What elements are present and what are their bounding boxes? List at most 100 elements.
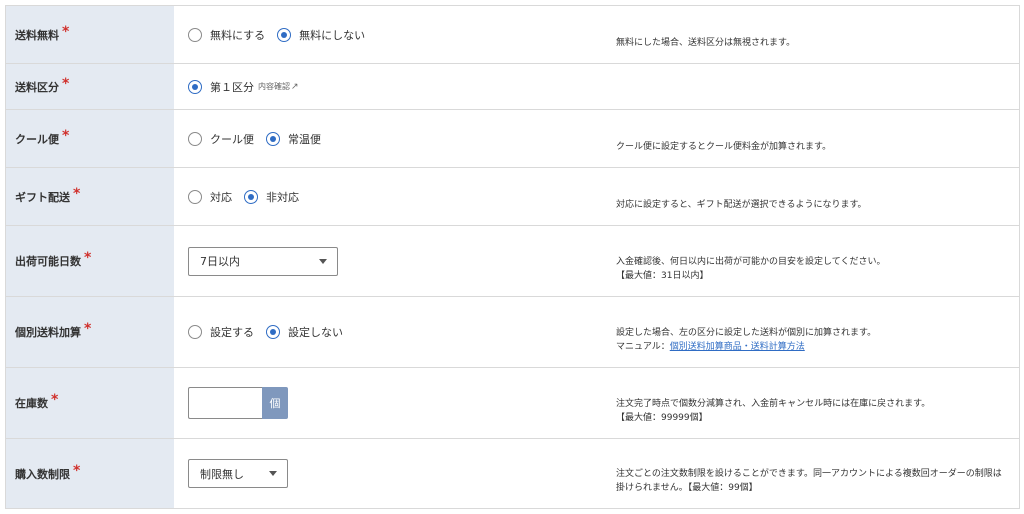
- input-cell: クール便 常温便: [174, 110, 604, 167]
- row-label-cell: 送料区分 *: [6, 64, 174, 109]
- stock-input[interactable]: [188, 387, 262, 419]
- help-text: 注文ごとの注文数制限を設けることができます。同一アカウントによる複数回オーダーの…: [616, 469, 1002, 479]
- input-cell: 7日以内: [174, 226, 604, 296]
- radio-free-shipping-yes[interactable]: 無料にする: [188, 27, 265, 43]
- help-cell: 設定した場合、左の区分に設定した送料が個別に加算されます。 マニュアル：個別送料…: [604, 297, 1019, 367]
- row-shipping-class: 送料区分 * 第１区分 内容確認 ↗: [6, 64, 1019, 110]
- row-label-cell: 在庫数 *: [6, 368, 174, 438]
- row-ship-days: 出荷可能日数 * 7日以内 入金確認後、何日以内に出荷が可能かの目安を設定してくだ…: [6, 226, 1019, 297]
- required-asterisk-icon: *: [84, 250, 92, 266]
- row-label-cell: 出荷可能日数 *: [6, 226, 174, 296]
- required-asterisk-icon: *: [84, 321, 92, 337]
- field-label: クール便: [15, 132, 59, 146]
- help-text: 対応に設定すると、ギフト配送が選択できるようになります。: [616, 200, 867, 210]
- manual-link[interactable]: 個別送料加算商品・送料計算方法: [670, 342, 805, 352]
- help-text: 注文完了時点で個数分減算され、入金前キャンセル時には在庫に戻されます。: [616, 399, 931, 409]
- radio-circle-icon[interactable]: [188, 189, 202, 204]
- external-link-icon: ↗: [291, 81, 299, 92]
- radio-gift-supported[interactable]: 対応: [188, 189, 232, 205]
- field-label: 送料無料: [15, 28, 59, 42]
- radio-label: クール便: [210, 132, 254, 146]
- select-value: 制限無し: [200, 467, 244, 481]
- field-label: 在庫数: [15, 397, 48, 410]
- radio-circle-icon[interactable]: [277, 27, 292, 42]
- help-cell: 入金確認後、何日以内に出荷が可能かの目安を設定してください。 【最大値：31日以…: [604, 226, 1019, 296]
- row-purchase-limit: 購入数制限 * 制限無し 注文ごとの注文数制限を設けることができます。同一アカウン…: [6, 439, 1019, 509]
- help-text: クール便に設定するとクール便料金が加算されます。: [616, 142, 832, 152]
- radio-individual-fee-on[interactable]: 設定する: [188, 324, 254, 340]
- input-cell: 第１区分 内容確認 ↗: [174, 64, 604, 109]
- field-label: 出荷可能日数: [15, 255, 81, 268]
- radio-individual-fee-off[interactable]: 設定しない: [266, 324, 343, 340]
- radio-label: 無料にしない: [299, 28, 366, 42]
- row-gift-delivery: ギフト配送 * 対応 非対応 対応に設定すると、ギフト配送が選択できるようになりま…: [6, 168, 1019, 226]
- radio-label: 非対応: [266, 190, 299, 204]
- radio-shipping-class-1[interactable]: 第１区分 内容確認 ↗: [188, 79, 299, 95]
- help-cell: 注文ごとの注文数制限を設けることができます。同一アカウントによる複数回オーダーの…: [604, 439, 1019, 508]
- radio-label: 設定しない: [288, 326, 343, 339]
- input-cell: 制限無し: [174, 439, 604, 508]
- required-asterisk-icon: *: [62, 127, 70, 144]
- row-label-cell: 個別送料加算 *: [6, 297, 174, 367]
- row-label-cell: ギフト配送 *: [6, 168, 174, 225]
- row-cool-delivery: クール便 * クール便 常温便 クール便に設定するとクール便料金が加算されます。: [6, 110, 1019, 168]
- radio-circle-icon[interactable]: [188, 131, 202, 146]
- radio-label: 常温便: [288, 132, 321, 146]
- ship-days-select[interactable]: 7日以内: [188, 246, 338, 276]
- field-label: 購入数制限: [15, 467, 70, 481]
- help-cell: 無料にした場合、送料区分は無視されます。: [604, 6, 1019, 63]
- free-shipping-radio-group: 無料にする 無料にしない: [188, 27, 377, 43]
- row-label-cell: 送料無料 *: [6, 6, 174, 63]
- radio-label: 対応: [210, 190, 232, 204]
- field-label: 個別送料加算: [15, 326, 81, 339]
- radio-cool-delivery[interactable]: クール便: [188, 131, 254, 147]
- input-cell: 無料にする 無料にしない: [174, 6, 604, 63]
- radio-circle-icon[interactable]: [188, 79, 202, 94]
- input-cell: 設定する 設定しない: [174, 297, 604, 367]
- chevron-down-icon: [269, 471, 277, 476]
- stock-input-group: 個: [188, 387, 288, 419]
- radio-circle-icon[interactable]: [244, 189, 258, 204]
- input-cell: 対応 非対応: [174, 168, 604, 225]
- select-value: 7日以内: [200, 255, 240, 268]
- required-asterisk-icon: *: [62, 75, 70, 92]
- radio-circle-icon[interactable]: [188, 325, 202, 339]
- radio-circle-icon[interactable]: [266, 131, 280, 146]
- chevron-down-icon: [319, 258, 327, 264]
- individual-fee-radio-group: 設定する 設定しない: [188, 324, 355, 340]
- help-text: 入金確認後、何日以内に出荷が可能かの目安を設定してください。: [616, 257, 886, 267]
- radio-circle-icon[interactable]: [266, 325, 280, 339]
- field-label: ギフト配送: [15, 190, 70, 204]
- row-label-cell: クール便 *: [6, 110, 174, 167]
- help-cell: 対応に設定すると、ギフト配送が選択できるようになります。: [604, 168, 1019, 225]
- required-asterisk-icon: *: [73, 462, 81, 479]
- gift-radio-group: 対応 非対応: [188, 189, 311, 205]
- help-text: 設定した場合、左の区分に設定した送料が個別に加算されます。: [616, 328, 877, 338]
- unit-addon: 個: [262, 387, 288, 419]
- help-cell: [604, 64, 1019, 109]
- help-text: 無料にした場合、送料区分は無視されます。: [616, 38, 796, 48]
- help-manual-line: マニュアル：個別送料加算商品・送料計算方法: [616, 340, 1003, 354]
- input-cell: 個: [174, 368, 604, 438]
- required-asterisk-icon: *: [62, 23, 70, 40]
- row-free-shipping: 送料無料 * 無料にする 無料にしない 無料にした場合、送料区分は無視されます。: [6, 6, 1019, 64]
- cool-radio-group: クール便 常温便: [188, 131, 333, 147]
- help-cell: 注文完了時点で個数分減算され、入金前キャンセル時には在庫に戻されます。 【最大値…: [604, 368, 1019, 438]
- radio-normal-delivery[interactable]: 常温便: [266, 131, 321, 147]
- help-text-max: 【最大値：99999個】: [616, 413, 708, 423]
- manual-prefix: マニュアル：: [616, 342, 670, 352]
- content-check-link[interactable]: 内容確認 ↗: [258, 81, 299, 92]
- radio-circle-icon[interactable]: [188, 27, 202, 42]
- product-settings-form: 送料無料 * 無料にする 無料にしない 無料にした場合、送料区分は無視されます。 …: [5, 5, 1020, 509]
- radio-gift-unsupported[interactable]: 非対応: [244, 189, 299, 205]
- help-text-max: 掛けられません。【最大値：99個】: [616, 483, 758, 493]
- purchase-limit-select[interactable]: 制限無し: [188, 459, 288, 488]
- row-stock: 在庫数 * 個 注文完了時点で個数分減算され、入金前キャンセル時には在庫に戻されま…: [6, 368, 1019, 439]
- radio-label: 無料にする: [210, 28, 266, 42]
- radio-free-shipping-no[interactable]: 無料にしない: [277, 27, 365, 43]
- field-label: 送料区分: [15, 80, 59, 94]
- help-cell: クール便に設定するとクール便料金が加算されます。: [604, 110, 1019, 167]
- row-individual-fee: 個別送料加算 * 設定する 設定しない 設定した場合、左の区分に設定した送料が個別…: [6, 297, 1019, 368]
- link-label: 内容確認: [258, 82, 290, 91]
- radio-label: 設定する: [210, 326, 254, 339]
